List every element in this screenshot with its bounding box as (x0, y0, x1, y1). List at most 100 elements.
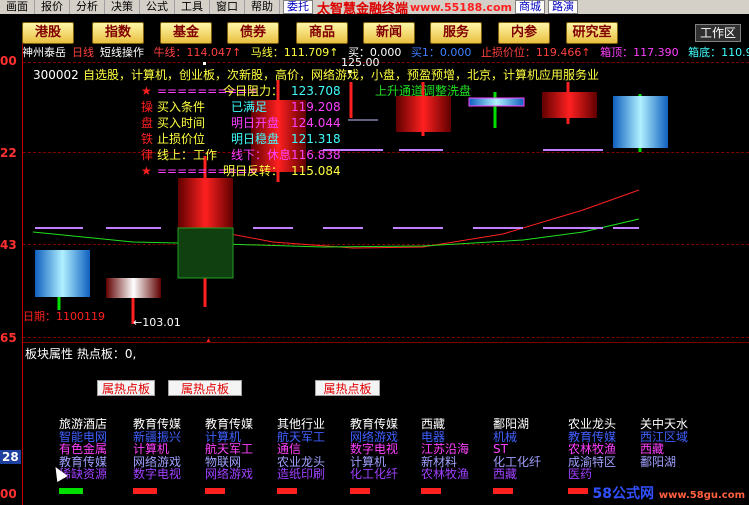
block-item[interactable]: 西藏 (493, 468, 563, 481)
candle-body-cyan (613, 96, 668, 148)
menu-item-quote[interactable]: 报价 (35, 0, 70, 14)
block-item[interactable]: 计算机 (133, 443, 203, 456)
block-item[interactable]: 农林牧渔 (421, 468, 491, 481)
block-item[interactable]: 江苏沿海 (421, 443, 491, 456)
menu-item-help[interactable]: 帮助 (245, 0, 280, 14)
block-item[interactable]: 航天军工 (205, 443, 275, 456)
block-item[interactable]: 通信 (277, 443, 347, 456)
candle-body-cyan (468, 97, 525, 107)
block-col-head: 旅游酒店 (59, 418, 108, 431)
block-item[interactable]: 航天军工 (277, 431, 347, 444)
block-item[interactable]: 数字电视 (350, 443, 420, 456)
index-button[interactable]: 指数 (92, 22, 144, 44)
block-item[interactable]: 医药 (568, 468, 638, 481)
block-item[interactable]: 教育传媒 (59, 456, 129, 469)
block-item[interactable]: 教育传媒 (568, 431, 638, 444)
block-column: 其他行业 航天军工 通信 农业龙头 造纸印刷 (277, 418, 347, 494)
watermark-sub: www.58gu.com (658, 490, 745, 501)
block-col-head: 教育传媒 (133, 418, 182, 431)
block-item[interactable]: 物联网 (205, 456, 275, 469)
candle-body-red (178, 178, 233, 228)
service-button[interactable]: 服务 (430, 22, 482, 44)
block-item[interactable]: 成渝特区 (568, 456, 638, 469)
block-item[interactable]: 机械 (493, 431, 563, 444)
block-col-head: 其他行业 (277, 418, 326, 431)
block-item[interactable]: 新材料 (421, 456, 491, 469)
block-item[interactable]: 电器 (421, 431, 491, 444)
bond-button[interactable]: 债券 (227, 22, 279, 44)
block-item[interactable]: 鄱阳湖 (640, 456, 710, 469)
menu-item-window[interactable]: 窗口 (210, 0, 245, 14)
site-url: www.55188.com (410, 0, 512, 14)
menu-item-decision[interactable]: 决策 (105, 0, 140, 14)
y-axis-label: 00 (0, 487, 17, 501)
rule-char: 铁 (141, 132, 154, 146)
hot-block-button[interactable]: 属热点板 (168, 380, 242, 396)
block-column: 鄱阳湖 机械 ST 化工化纤 西藏 (493, 418, 563, 494)
news-button[interactable]: 新闻 (363, 22, 415, 44)
ma-line-red (182, 189, 640, 249)
y-axis-label: 65 (0, 331, 17, 345)
hot-block-button[interactable]: 属热点板 (315, 380, 380, 396)
block-item[interactable]: 数字电视 (133, 468, 203, 481)
research-button[interactable]: 研究室 (566, 22, 618, 44)
block-item[interactable]: 化工化纤 (350, 468, 420, 481)
stock-name: 神州泰岳 (22, 46, 66, 59)
buy-cond-value: 119.208 (291, 100, 341, 114)
candle-body-cyan (35, 250, 90, 297)
block-column: 教育传媒 计算机 航天军工 物联网 网络游戏 (205, 418, 275, 494)
block-item[interactable]: 有色金属 (59, 443, 129, 456)
line-value: 116.838 (291, 148, 341, 162)
low-price-label: ←103.01 (133, 316, 181, 329)
block-item[interactable]: 计算机 (205, 431, 275, 444)
block-item[interactable]: 网络游戏 (133, 456, 203, 469)
block-column: 教育传媒 网络游戏 数字电视 计算机 化工化纤 (350, 418, 420, 494)
block-item[interactable]: 农林牧渔 (568, 443, 638, 456)
insider-button[interactable]: 内参 (498, 22, 550, 44)
block-item[interactable]: 新疆振兴 (133, 431, 203, 444)
block-item[interactable]: ST (493, 443, 563, 456)
block-col-head: 教育传媒 (205, 418, 254, 431)
y-axis-label: 28 (0, 450, 21, 464)
candle-body-green (177, 227, 234, 279)
block-item[interactable]: 稀缺资源 (59, 468, 129, 481)
reversal-value: 115.084 (291, 164, 341, 178)
block-item[interactable]: 计算机 (350, 456, 420, 469)
menu-item-formula[interactable]: 公式 (140, 0, 175, 14)
hk-stock-button[interactable]: 港股 (22, 22, 74, 44)
y-axis-label: 43 (0, 238, 17, 252)
fund-button[interactable]: 基金 (160, 22, 212, 44)
menu-item-tools[interactable]: 工具 (175, 0, 210, 14)
block-bar (277, 488, 297, 494)
trade-button[interactable]: 委托 (283, 0, 313, 14)
block-item[interactable]: 农业龙头 (277, 456, 347, 469)
watermark-main: 58公式网 (592, 486, 655, 502)
star-icon: ★ (141, 164, 152, 178)
block-item[interactable]: 造纸印刷 (277, 468, 347, 481)
block-item[interactable]: 智能电网 (59, 431, 129, 444)
menu-item-analysis[interactable]: 分析 (70, 0, 105, 14)
commodity-button[interactable]: 商品 (296, 22, 348, 44)
mall-button[interactable]: 商城 (514, 0, 545, 14)
line-work-label: 线上：工作 (157, 148, 218, 162)
high-price-label: 125.00 (341, 56, 380, 69)
block-item[interactable]: 网络游戏 (205, 468, 275, 481)
rule-char: 操 (141, 100, 154, 114)
panel-divider (23, 342, 749, 343)
buy1-value: 买1：0.000 (410, 46, 472, 59)
block-bar (133, 488, 157, 494)
block-item[interactable]: 西藏 (640, 443, 710, 456)
block-item[interactable]: 网络游戏 (350, 431, 420, 444)
workarea-button[interactable]: 工作区 (694, 24, 741, 42)
kline-chart[interactable]: ▲ 300002 自选股，计算机，创业板，次新股，高价，网络游戏，小盘，预盈预增… (23, 56, 749, 342)
block-item[interactable]: 化工化纤 (493, 456, 563, 469)
star-icon: ★ (141, 84, 152, 98)
uptrend-label: 上升通道调整洗盘 (375, 84, 472, 98)
brand-logo: 太智慧金融终端 (317, 1, 409, 15)
menu-item-screen[interactable]: 画面 (0, 0, 35, 14)
roadshow-button[interactable]: 路演 (547, 0, 578, 14)
hot-block-button[interactable]: 属热点板 (97, 380, 155, 396)
block-item[interactable]: 西江区域 (640, 431, 710, 444)
buy-time-value: 124.044 (291, 116, 341, 130)
watermark: 58公式网 www.58gu.com (593, 483, 745, 503)
